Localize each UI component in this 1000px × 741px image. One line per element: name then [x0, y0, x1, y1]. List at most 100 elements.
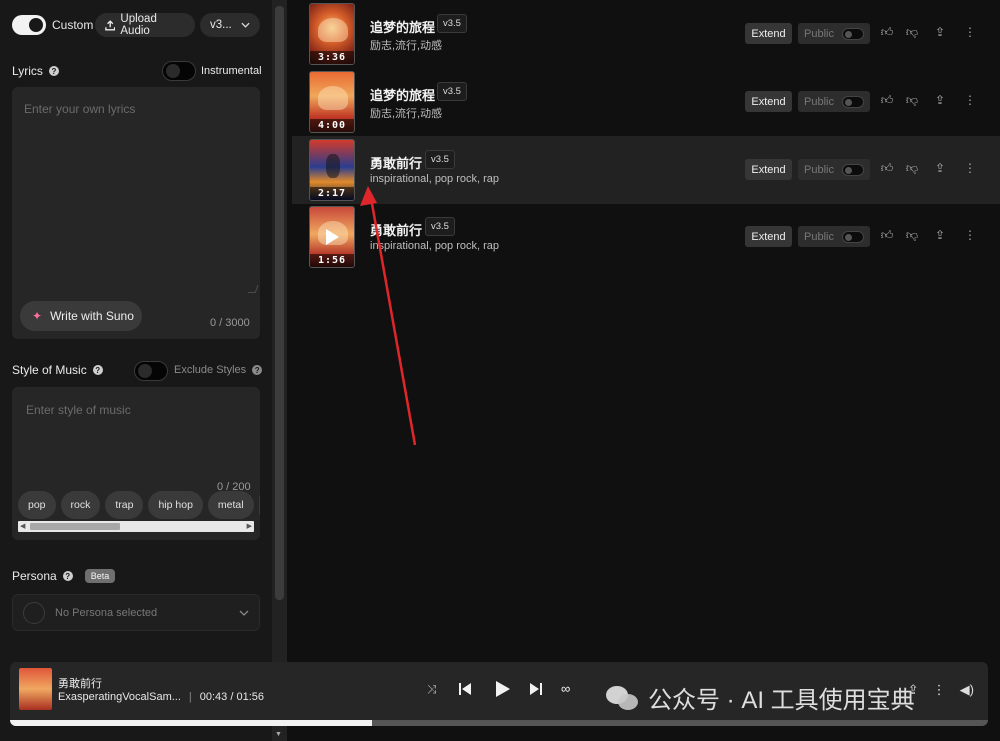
scroll-right-arrow-icon[interactable]: ▶ — [247, 522, 252, 530]
public-switch[interactable] — [842, 28, 864, 40]
song-cover[interactable]: 1:56 — [309, 206, 355, 268]
song-title[interactable]: 勇敢前行 — [370, 153, 422, 172]
extend-button[interactable]: Extend — [745, 159, 792, 180]
volume-icon[interactable]: ◀) — [960, 682, 974, 698]
help-icon[interactable]: ? — [48, 66, 59, 76]
next-track-icon[interactable] — [529, 682, 543, 696]
share-icon[interactable]: ⇪ — [932, 161, 948, 175]
upload-audio-label: Upload Audio — [120, 13, 157, 37]
style-tag[interactable]: metal — [207, 491, 254, 519]
share-icon[interactable]: ⇪ — [908, 682, 919, 698]
player-cover[interactable] — [19, 668, 52, 710]
song-cover[interactable]: 2:17 — [309, 139, 355, 201]
share-icon[interactable]: ⇪ — [932, 93, 948, 107]
play-icon[interactable] — [495, 680, 511, 698]
persona-placeholder: No Persona selected — [55, 606, 158, 619]
custom-toggle[interactable] — [12, 15, 46, 35]
style-tag-partial[interactable] — [258, 491, 260, 519]
thumbs-up-icon[interactable]: 👍︎ — [879, 161, 895, 176]
help-icon[interactable]: ? — [252, 365, 263, 375]
song-row[interactable]: 1:56 勇敢前行 v3.5 inspirational, pop rock, … — [292, 203, 1000, 271]
play-icon[interactable] — [326, 229, 339, 245]
style-tag[interactable]: pop — [18, 491, 56, 519]
public-switch[interactable] — [842, 164, 864, 176]
extend-button[interactable]: Extend — [745, 91, 792, 112]
sparkle-icon: ✦ — [32, 309, 43, 323]
instrumental-toggle[interactable] — [162, 61, 196, 81]
loop-icon[interactable]: ∞ — [561, 681, 570, 696]
song-row[interactable]: 3:36 追梦的旅程 v3.5 励志,流行,动感 Extend Public 👍… — [292, 0, 1000, 68]
create-panel: Custom Upload Audio v3... Lyrics ? Instr… — [0, 0, 272, 741]
style-label: Style of Music — [12, 363, 87, 377]
share-icon[interactable]: ⇪ — [932, 25, 948, 39]
upload-audio-button[interactable]: Upload Audio — [95, 13, 195, 37]
thumbs-up-icon[interactable]: 👍︎ — [879, 93, 895, 108]
song-cover[interactable]: 4:00 — [309, 71, 355, 133]
extend-button[interactable]: Extend — [745, 23, 792, 44]
scroll-left-arrow-icon[interactable]: ◀ — [20, 522, 25, 530]
tag-scrollbar[interactable]: ◀ ▶ — [18, 521, 254, 532]
thumbs-up-icon[interactable]: 👍︎ — [879, 228, 895, 243]
more-options-icon[interactable]: ⋮ — [933, 682, 946, 698]
help-icon[interactable]: ? — [92, 365, 103, 375]
player-extra-controls: ⇪ ⋮ ◀) — [908, 682, 974, 698]
persona-select[interactable]: No Persona selected — [12, 594, 260, 631]
player-song-title[interactable]: 勇敢前行 — [58, 675, 102, 691]
thumbs-down-icon[interactable]: 👎︎ — [904, 25, 920, 40]
style-input[interactable]: Enter style of music 0 / 200 pop rock tr… — [12, 387, 260, 540]
thumbs-up-icon[interactable]: 👍︎ — [879, 25, 895, 40]
more-options-icon[interactable]: ⋮ — [962, 161, 978, 175]
upload-icon — [105, 19, 116, 30]
more-options-icon[interactable]: ⋮ — [962, 25, 978, 39]
more-options-icon[interactable]: ⋮ — [962, 228, 978, 242]
version-badge: v3.5 — [437, 82, 467, 101]
left-panel-scrollbar[interactable]: ▼ — [272, 0, 287, 741]
song-cover[interactable]: 3:36 — [309, 3, 355, 65]
thumbs-down-icon[interactable]: 👎︎ — [904, 161, 920, 176]
chevron-down-icon — [241, 22, 250, 28]
scroll-down-arrow-icon[interactable]: ▼ — [275, 731, 282, 738]
style-tag[interactable]: hip hop — [148, 491, 203, 519]
song-row-selected[interactable]: 2:17 勇敢前行 v3.5 inspirational, pop rock, … — [292, 136, 1000, 204]
exclude-styles-toggle[interactable] — [134, 361, 168, 381]
public-label: Public — [804, 27, 834, 40]
style-tag[interactable]: trap — [105, 491, 144, 519]
song-title[interactable]: 追梦的旅程 — [370, 17, 435, 36]
public-toggle[interactable]: Public — [798, 23, 870, 44]
public-switch[interactable] — [842, 96, 864, 108]
scrollbar-thumb[interactable] — [275, 6, 284, 600]
public-label: Public — [804, 230, 834, 243]
share-icon[interactable]: ⇪ — [932, 228, 948, 242]
public-toggle[interactable]: Public — [798, 159, 870, 180]
shuffle-icon[interactable]: ⤨ — [427, 682, 437, 697]
previous-track-icon[interactable] — [458, 682, 472, 696]
public-toggle[interactable]: Public — [798, 91, 870, 112]
divider: | — [188, 691, 192, 703]
thumbs-down-icon[interactable]: 👎︎ — [904, 228, 920, 243]
watermark: 公众号 · AI 工具使用宝典 — [606, 680, 915, 715]
public-switch[interactable] — [842, 231, 864, 243]
model-version-select[interactable]: v3... — [200, 13, 260, 37]
playback-progress-fill — [10, 720, 372, 726]
song-row[interactable]: 4:00 追梦的旅程 v3.5 励志,流行,动感 Extend Public 👍… — [292, 68, 1000, 136]
song-title[interactable]: 勇敢前行 — [370, 220, 422, 239]
lyrics-input[interactable]: Enter your own lyrics ✦ Write with Suno … — [12, 87, 260, 339]
write-with-suno-button[interactable]: ✦ Write with Suno — [20, 301, 142, 331]
persona-label: Persona — [12, 569, 57, 583]
lyrics-label: Lyrics — [12, 64, 43, 78]
style-tag[interactable]: rock — [60, 491, 101, 519]
phoenix-art — [318, 18, 348, 42]
version-badge: v3.5 — [437, 14, 467, 33]
song-duration: 3:36 — [310, 51, 354, 64]
more-options-icon[interactable]: ⋮ — [962, 93, 978, 107]
resize-handle[interactable] — [247, 285, 259, 293]
public-toggle[interactable]: Public — [798, 226, 870, 247]
playback-progress-bar[interactable] — [10, 720, 988, 726]
thumbs-down-icon[interactable]: 👎︎ — [904, 93, 920, 108]
help-icon[interactable]: ? — [62, 571, 73, 581]
extend-button[interactable]: Extend — [745, 226, 792, 247]
song-tags: 励志,流行,动感 — [370, 108, 443, 120]
song-title[interactable]: 追梦的旅程 — [370, 85, 435, 104]
player-artist[interactable]: ExasperatingVocalSam... — [58, 691, 181, 703]
tag-scrollbar-thumb[interactable] — [30, 523, 120, 530]
